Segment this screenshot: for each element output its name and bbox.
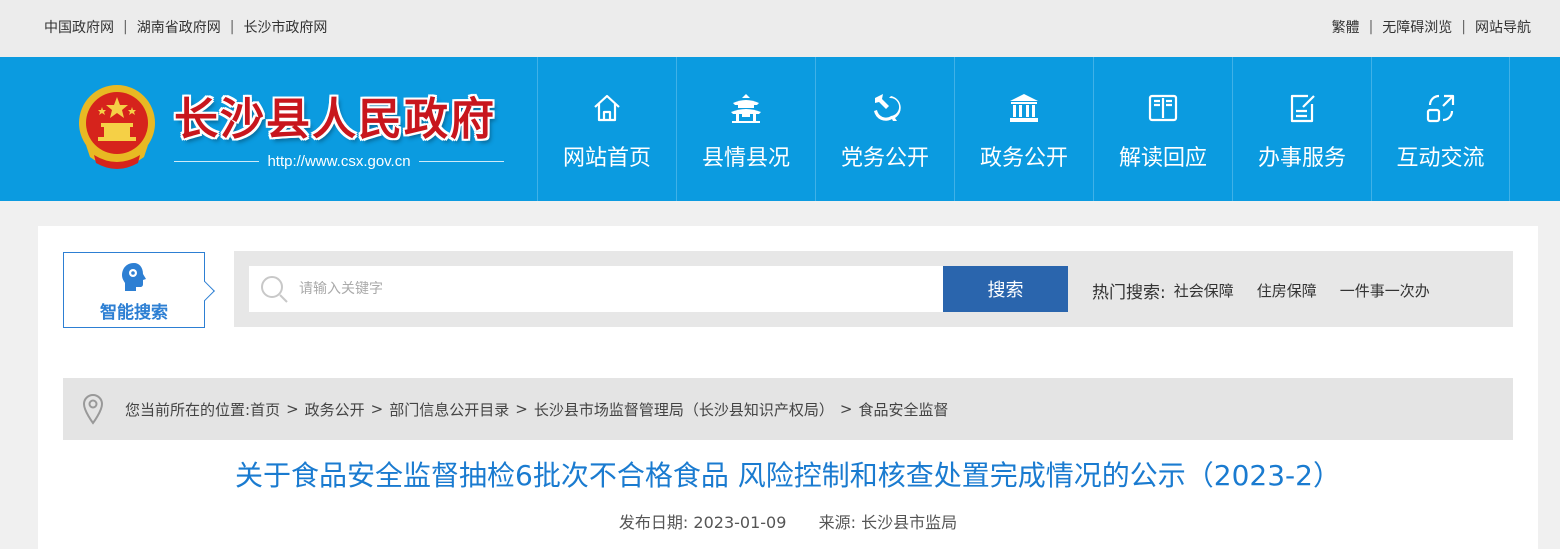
gov-links: 中国政府网 | 湖南省政府网 | 长沙市政府网: [44, 17, 327, 37]
nav-interpretation[interactable]: 解读回应: [1093, 57, 1232, 201]
link-changsha-gov[interactable]: 长沙市政府网: [243, 17, 327, 37]
utility-links: 繁體 | 无障碍浏览 | 网站导航: [1332, 17, 1531, 37]
site-url: http://www.csx.gov.cn: [174, 153, 505, 170]
article-title: 关于食品安全监督抽检6批次不合格食品 风险控制和核查处置完成情况的公示（2023…: [235, 459, 1341, 492]
brain-head-icon: [122, 263, 146, 291]
nav-label: 解读回应: [1118, 146, 1207, 171]
site-url-text: http://www.csx.gov.cn: [267, 153, 411, 170]
nav-interaction[interactable]: 互动交流: [1371, 57, 1510, 201]
nav-government-affairs[interactable]: 政务公开: [954, 57, 1093, 201]
date-label: 发布日期:: [618, 513, 689, 532]
hot-search-item[interactable]: 社会保障: [1174, 280, 1234, 301]
breadcrumb-food-safety[interactable]: 食品安全监督: [858, 399, 948, 420]
edit-note-icon: [1285, 91, 1319, 125]
breadcrumb-separator: >: [286, 400, 299, 418]
top-utility-bar: 中国政府网 | 湖南省政府网 | 长沙市政府网 繁體 | 无障碍浏览 | 网站导…: [0, 0, 1560, 57]
nav-label: 县情县况: [701, 146, 790, 171]
breadcrumb-home[interactable]: 首页: [250, 399, 280, 420]
separator: |: [229, 19, 235, 35]
nav-county-overview[interactable]: 县情县况: [676, 57, 815, 201]
nav-label: 党务公开: [840, 146, 929, 171]
party-emblem-icon: [868, 91, 902, 125]
national-emblem-icon: [79, 85, 155, 169]
smart-search-label: 智能搜索: [100, 303, 168, 323]
breadcrumb-department-directory[interactable]: 部门信息公开目录: [389, 399, 509, 420]
publish-date: 2023-01-09: [693, 513, 787, 532]
link-traditional-chinese[interactable]: 繁體: [1332, 17, 1360, 37]
smart-search-tab[interactable]: 智能搜索: [63, 252, 215, 328]
location-pin-icon: [82, 394, 104, 425]
link-hunan-gov[interactable]: 湖南省政府网: [137, 17, 221, 37]
hot-search-item[interactable]: 一件事一次办: [1340, 280, 1430, 301]
exchange-icon: [1424, 91, 1458, 125]
breadcrumb-separator: >: [515, 400, 528, 418]
article-meta: 发布日期: 2023-01-09 来源: 长沙县市监局: [38, 509, 1538, 533]
hot-search-label: 热门搜索:: [1092, 283, 1166, 303]
home-icon: [590, 91, 624, 125]
search-input[interactable]: [299, 281, 899, 297]
nav-label: 网站首页: [562, 146, 651, 171]
site-header: 长沙县人民政府 http://www.csx.gov.cn 网站首页 县情县况 …: [0, 57, 1560, 201]
link-site-map[interactable]: 网站导航: [1475, 17, 1531, 37]
separator: |: [123, 19, 128, 35]
tab-arrow: [195, 281, 215, 301]
separator: |: [1461, 19, 1466, 35]
nav-home[interactable]: 网站首页: [537, 57, 676, 201]
hot-search-item[interactable]: 住房保障: [1257, 280, 1317, 301]
breadcrumb-government-affairs[interactable]: 政务公开: [305, 399, 365, 420]
main-nav: 网站首页 县情县况 党务公开 政务公开 解读回应 办事服务 互动交流: [537, 57, 1510, 201]
nav-label: 办事服务: [1257, 146, 1346, 171]
government-building-icon: [1007, 91, 1041, 125]
link-china-gov[interactable]: 中国政府网: [44, 17, 114, 37]
pavilion-icon: [729, 91, 763, 125]
breadcrumb-market-bureau[interactable]: 长沙县市场监督管理局（长沙县知识产权局）: [534, 399, 834, 420]
breadcrumb-prefix: 您当前所在的位置:: [125, 400, 251, 419]
hot-search: 热门搜索: 社会保障 住房保障 一件事一次办: [1092, 278, 1453, 303]
search-area: 搜索 热门搜索: 社会保障 住房保障 一件事一次办: [234, 251, 1513, 327]
search-icon: [261, 276, 288, 303]
site-title: 长沙县人民政府: [174, 94, 496, 145]
separator: |: [1368, 19, 1374, 35]
nav-party-affairs[interactable]: 党务公开: [815, 57, 954, 201]
nav-services[interactable]: 办事服务: [1232, 57, 1371, 201]
search-field: [249, 266, 943, 312]
decor-line: [418, 161, 505, 162]
search-button[interactable]: 搜索: [943, 266, 1068, 312]
nav-label: 政务公开: [979, 146, 1068, 171]
breadcrumb-separator: >: [839, 400, 853, 418]
breadcrumb-separator: >: [370, 400, 384, 418]
source-value: 长沙县市监局: [861, 513, 958, 532]
site-logo[interactable]: 长沙县人民政府 http://www.csx.gov.cn: [74, 83, 534, 183]
content-panel: 智能搜索 搜索 热门搜索: 社会保障 住房保障 一件事一次办 您当前所在的位置:…: [38, 226, 1538, 549]
nav-label: 互动交流: [1396, 146, 1485, 171]
breadcrumb: 您当前所在的位置: 首页 > 政务公开 > 部门信息公开目录 > 长沙县市场监督…: [63, 378, 1513, 440]
decor-line: [174, 161, 260, 162]
link-accessibility[interactable]: 无障碍浏览: [1382, 17, 1452, 37]
open-book-icon: [1146, 91, 1180, 125]
source-label: 来源:: [818, 513, 856, 532]
